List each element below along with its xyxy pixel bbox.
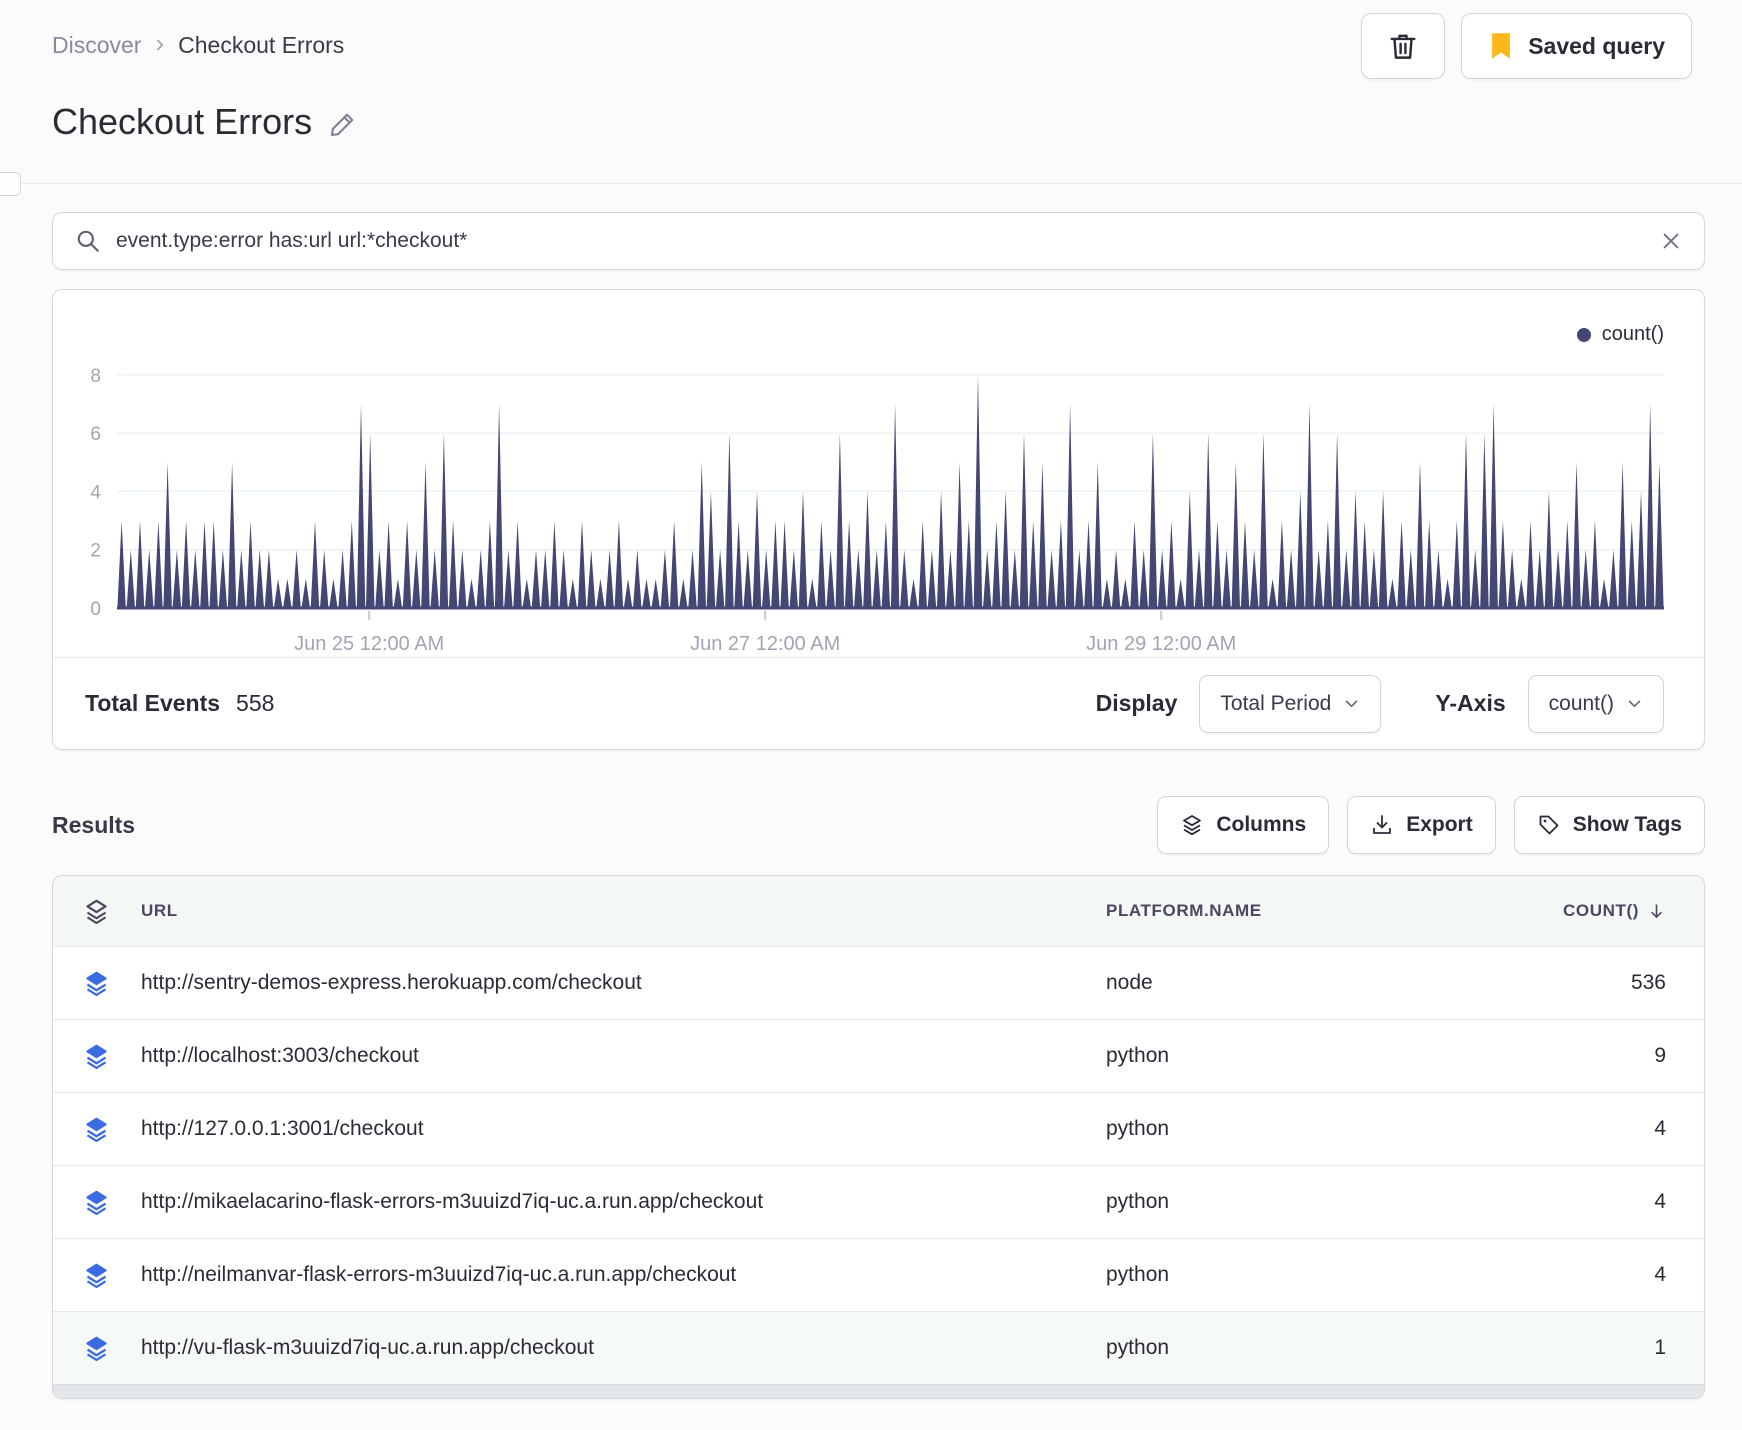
yaxis-dropdown[interactable]: count() (1527, 674, 1664, 733)
platform-cell: python (1106, 1336, 1170, 1359)
table-row[interactable]: http://sentry-demos-express.herokuapp.co… (53, 946, 1704, 1019)
breadcrumb-current: Checkout Errors (178, 31, 345, 58)
event-stack-icon[interactable] (83, 1335, 141, 1362)
saved-query-button[interactable]: Saved query (1461, 13, 1692, 79)
events-bar-chart: 0 2 4 6 8 Jun 25 12:00 AM Jun 27 12:00 AM Jun 2… (90, 366, 1664, 655)
table-body: http://sentry-demos-express.herokuapp.co… (53, 946, 1704, 1384)
count-cell: 4 (1654, 1263, 1666, 1286)
svg-text:Jun 27 12:00 AM: Jun 27 12:00 AM (690, 633, 840, 655)
table-footer-strip (53, 1384, 1704, 1398)
count-cell: 9 (1654, 1044, 1666, 1067)
clear-search-icon[interactable] (1660, 230, 1682, 252)
show-tags-button-label: Show Tags (1572, 813, 1682, 836)
table-header-row: URL PLATFORM.NAME COUNT() (53, 876, 1704, 946)
chart-legend[interactable]: count() (1576, 323, 1664, 346)
column-header-platform[interactable]: PLATFORM.NAME (1106, 901, 1516, 921)
table-row[interactable]: http://mikaelacarino-flask-errors-m3uuiz… (53, 1165, 1704, 1238)
table-row[interactable]: http://127.0.0.1:3001/checkout python 4 (53, 1092, 1704, 1165)
url-cell[interactable]: http://neilmanvar-flask-errors-m3uuizd7i… (141, 1263, 1106, 1287)
trash-icon (1386, 29, 1420, 63)
count-cell: 1 (1654, 1336, 1666, 1359)
svg-text:0: 0 (90, 599, 101, 620)
event-stack-icon[interactable] (83, 1189, 141, 1216)
results-table: URL PLATFORM.NAME COUNT() http://sentry-… (52, 875, 1705, 1399)
header-divider (0, 183, 1742, 184)
count-cell: 4 (1654, 1190, 1666, 1213)
search-icon (75, 228, 101, 254)
show-tags-button[interactable]: Show Tags (1513, 796, 1705, 854)
tag-icon (1537, 813, 1561, 837)
event-stack-icon[interactable] (83, 1262, 141, 1289)
delete-query-button[interactable] (1361, 13, 1446, 79)
legend-dot-icon (1576, 327, 1591, 342)
svg-text:Jun 25 12:00 AM: Jun 25 12:00 AM (294, 633, 444, 655)
column-header-count[interactable]: COUNT() (1563, 901, 1666, 921)
edit-title-pencil-icon[interactable] (328, 109, 358, 139)
title-row: Checkout Errors (52, 101, 1742, 143)
event-stack-icon[interactable] (83, 970, 141, 997)
platform-cell: python (1106, 1117, 1170, 1140)
url-cell[interactable]: http://vu-flask-m3uuizd7iq-uc.a.run.app/… (141, 1336, 1106, 1360)
breadcrumb-discover[interactable]: Discover (52, 32, 141, 59)
column-header-url[interactable]: URL (141, 901, 1106, 921)
platform-cell: python (1106, 1263, 1170, 1286)
export-button-label: Export (1406, 813, 1473, 836)
saved-query-label: Saved query (1528, 32, 1665, 59)
yaxis-label: Y-Axis (1435, 690, 1506, 716)
event-stack-icon[interactable] (83, 1043, 141, 1070)
event-stack-icon[interactable] (83, 1116, 141, 1143)
chart-controls: Display Total Period Y-Axis count() (1095, 674, 1664, 733)
total-events-value: 558 (236, 690, 275, 716)
download-icon (1370, 813, 1394, 837)
legend-label: count() (1601, 323, 1664, 345)
page-title: Checkout Errors (52, 101, 313, 142)
events-chart-panel: count() 0 2 4 6 8 Jun 25 12:00 AM Jun 27 12:00… (52, 289, 1705, 750)
table-row[interactable]: http://vu-flask-m3uuizd7iq-uc.a.run.app/… (53, 1311, 1704, 1384)
total-events-label: Total Events (85, 690, 221, 716)
url-cell[interactable]: http://127.0.0.1:3001/checkout (141, 1117, 1106, 1141)
platform-cell: python (1106, 1190, 1170, 1213)
url-cell[interactable]: http://localhost:3003/checkout (141, 1044, 1106, 1068)
chevron-down-icon (1628, 700, 1641, 708)
url-cell[interactable]: http://sentry-demos-express.herokuapp.co… (141, 971, 1106, 995)
chart-footer: Total Events 558 Display Total Period Y-… (53, 657, 1704, 749)
stack-icon[interactable] (83, 898, 141, 925)
results-heading: Results (52, 811, 136, 838)
table-row[interactable]: http://neilmanvar-flask-errors-m3uuizd7i… (53, 1238, 1704, 1311)
chevron-down-icon (1346, 700, 1358, 708)
chevron-right-icon: › (155, 28, 165, 58)
count-cell: 536 (1630, 971, 1666, 994)
results-buttons: Columns Export Show Tags (1157, 796, 1705, 854)
search-bar[interactable]: event.type:error has:url url:*checkout* (52, 212, 1705, 270)
columns-button-label: Columns (1216, 813, 1307, 836)
display-dropdown[interactable]: Total Period (1199, 674, 1382, 733)
svg-text:4: 4 (90, 482, 101, 503)
display-label: Display (1095, 690, 1178, 716)
display-dropdown-value: Total Period (1220, 691, 1332, 715)
topbar-buttons: Saved query (1361, 13, 1692, 79)
top-bar: Discover › Checkout Errors Saved query (0, 0, 1742, 79)
bookmark-icon (1488, 32, 1514, 60)
results-row: Results Columns Export Show Tags (52, 796, 1705, 854)
platform-cell: python (1106, 1044, 1170, 1067)
layers-icon (1180, 813, 1204, 837)
svg-text:8: 8 (90, 366, 101, 387)
yaxis-dropdown-value: count() (1548, 691, 1614, 715)
column-header-count-label: COUNT() (1563, 901, 1639, 920)
columns-button[interactable]: Columns (1157, 796, 1330, 854)
svg-text:2: 2 (90, 541, 101, 562)
sort-desc-arrow-icon (1651, 903, 1662, 918)
svg-text:Jun 29 12:00 AM: Jun 29 12:00 AM (1086, 633, 1236, 655)
platform-cell: node (1106, 971, 1153, 994)
count-cell: 4 (1654, 1117, 1666, 1140)
sidebar-collapse-handle[interactable] (0, 172, 21, 196)
export-button[interactable]: Export (1347, 796, 1496, 854)
table-row[interactable]: http://localhost:3003/checkout python 9 (53, 1019, 1704, 1092)
breadcrumb: Discover › Checkout Errors (52, 13, 344, 77)
main-content: event.type:error has:url url:*checkout* … (52, 212, 1705, 1399)
total-events: Total Events 558 (85, 690, 274, 717)
search-query-input[interactable]: event.type:error has:url url:*checkout* (116, 229, 1660, 253)
url-cell[interactable]: http://mikaelacarino-flask-errors-m3uuiz… (141, 1190, 1106, 1214)
svg-text:6: 6 (90, 424, 101, 445)
